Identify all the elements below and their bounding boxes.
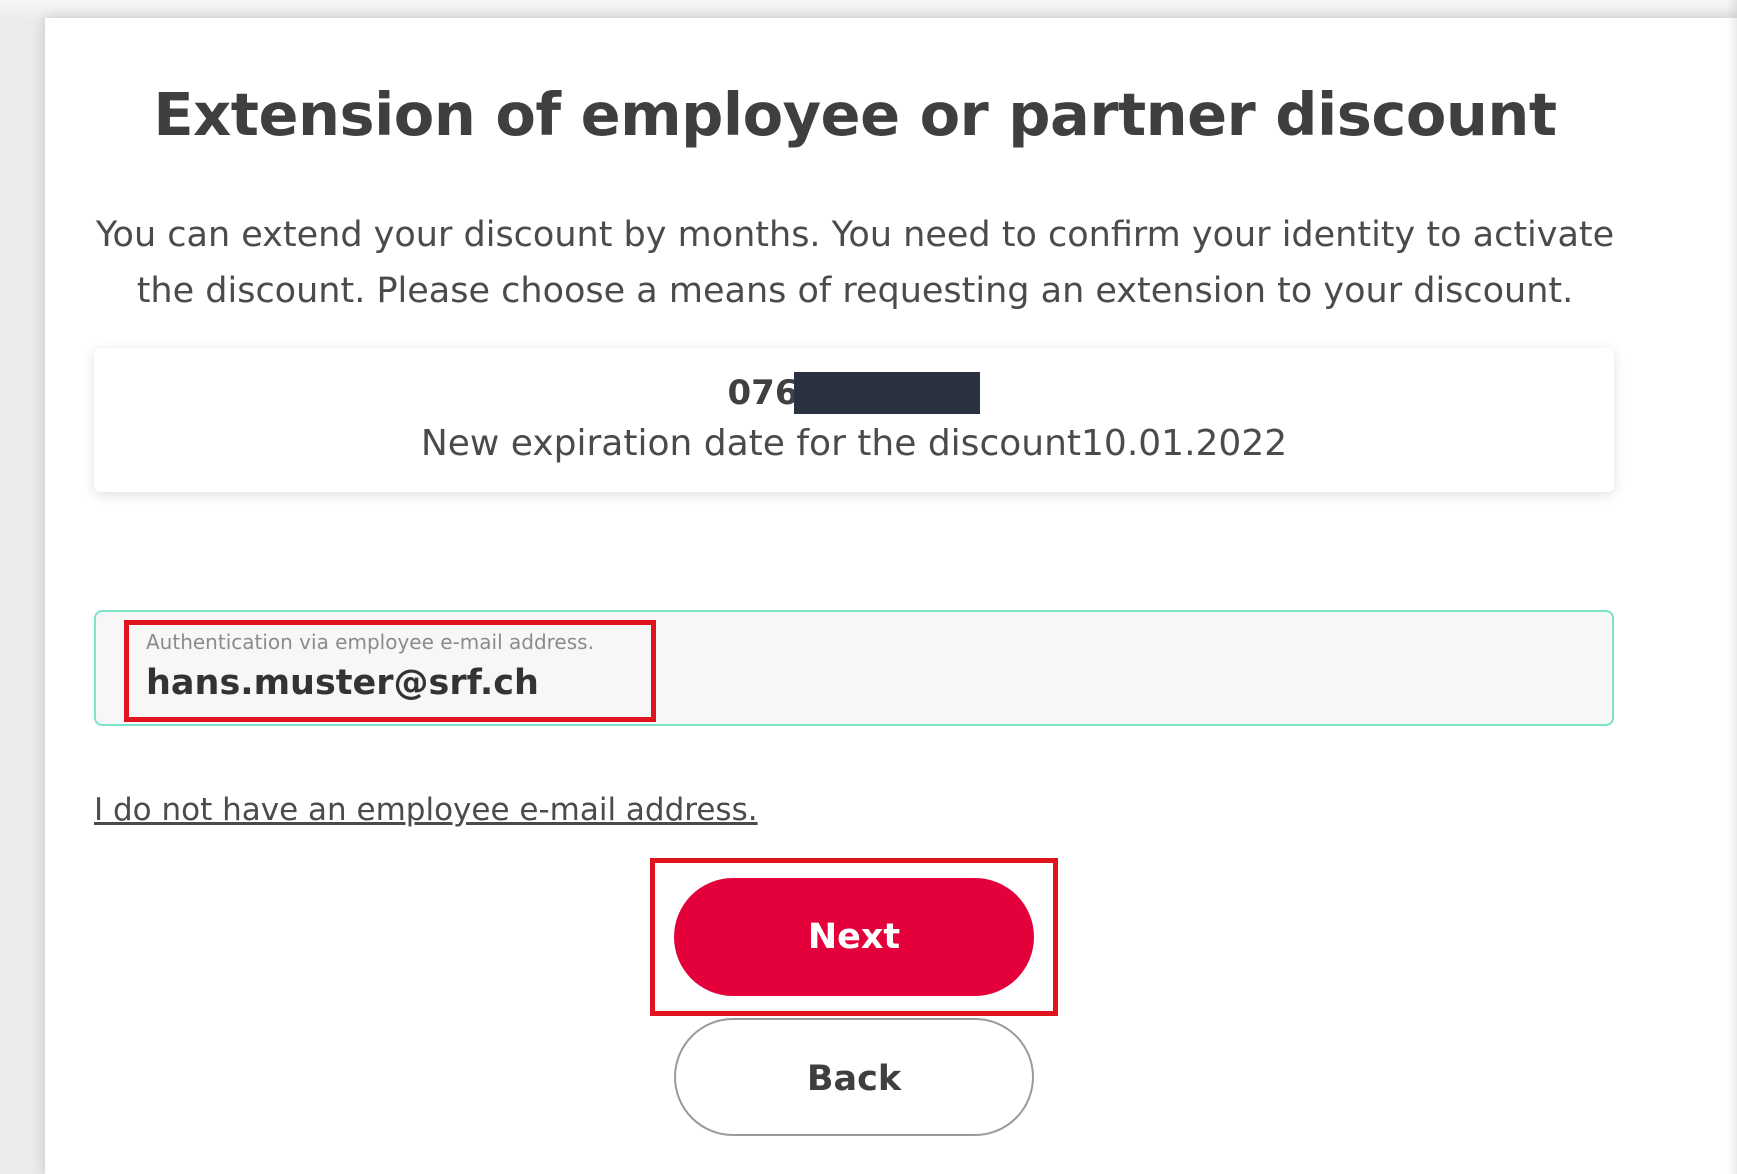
expiration-label: New expiration date for the discount [420,423,1082,464]
discount-info-box: 076 New expiration date for the discount… [94,348,1614,492]
page-top-background [0,0,1737,18]
expiration-line: New expiration date for the discount10.0… [94,422,1614,466]
redaction-bar [794,372,981,414]
phone-number: 076 [727,373,799,413]
no-employee-email-link[interactable]: I do not have an employee e-mail address… [94,792,758,828]
email-input[interactable] [146,663,1496,703]
next-button[interactable]: Next [674,878,1034,996]
phone-number-row: 076 [94,372,1614,418]
intro-text: You can extend your discount by months. … [95,215,1615,311]
content-card [45,18,1737,1174]
back-button[interactable]: Back [674,1018,1034,1136]
email-field-label: Authentication via employee e-mail addre… [146,630,594,654]
page-title: Extension of employee or partner discoun… [153,80,1557,149]
employee-email-field[interactable]: Authentication via employee e-mail addre… [94,610,1614,726]
expiration-date: 10.01.2022 [1081,423,1288,464]
